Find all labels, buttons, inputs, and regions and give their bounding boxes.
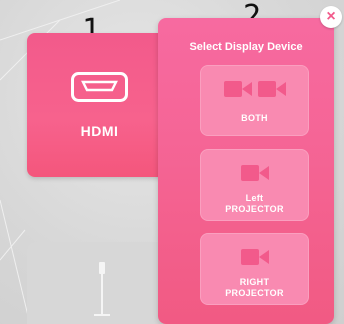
two-camera-icon (201, 80, 308, 98)
option-left-line1: Left (245, 193, 264, 203)
option-right-projector-button[interactable]: RIGHT PROJECTOR (200, 233, 309, 305)
hdmi-label: HDMI (80, 123, 119, 139)
option-right-line2: PROJECTOR (225, 288, 284, 298)
hdmi-icon (71, 72, 128, 102)
option-left-projector-button[interactable]: Left PROJECTOR (200, 149, 309, 221)
option-both-button[interactable]: BOTH (200, 65, 309, 136)
option-left-label: Left PROJECTOR (201, 193, 308, 215)
camera-icon (201, 164, 308, 182)
microphone-stand-icon (94, 262, 110, 316)
option-right-label: RIGHT PROJECTOR (201, 277, 308, 299)
option-left-line2: PROJECTOR (225, 204, 284, 214)
option-right-line1: RIGHT (239, 277, 270, 287)
close-button[interactable]: × (320, 6, 342, 28)
camera-icon (201, 248, 308, 266)
hdmi-source-card[interactable] (27, 33, 172, 177)
panel-title: Select Display Device (189, 41, 303, 53)
option-both-label: BOTH (241, 113, 268, 123)
